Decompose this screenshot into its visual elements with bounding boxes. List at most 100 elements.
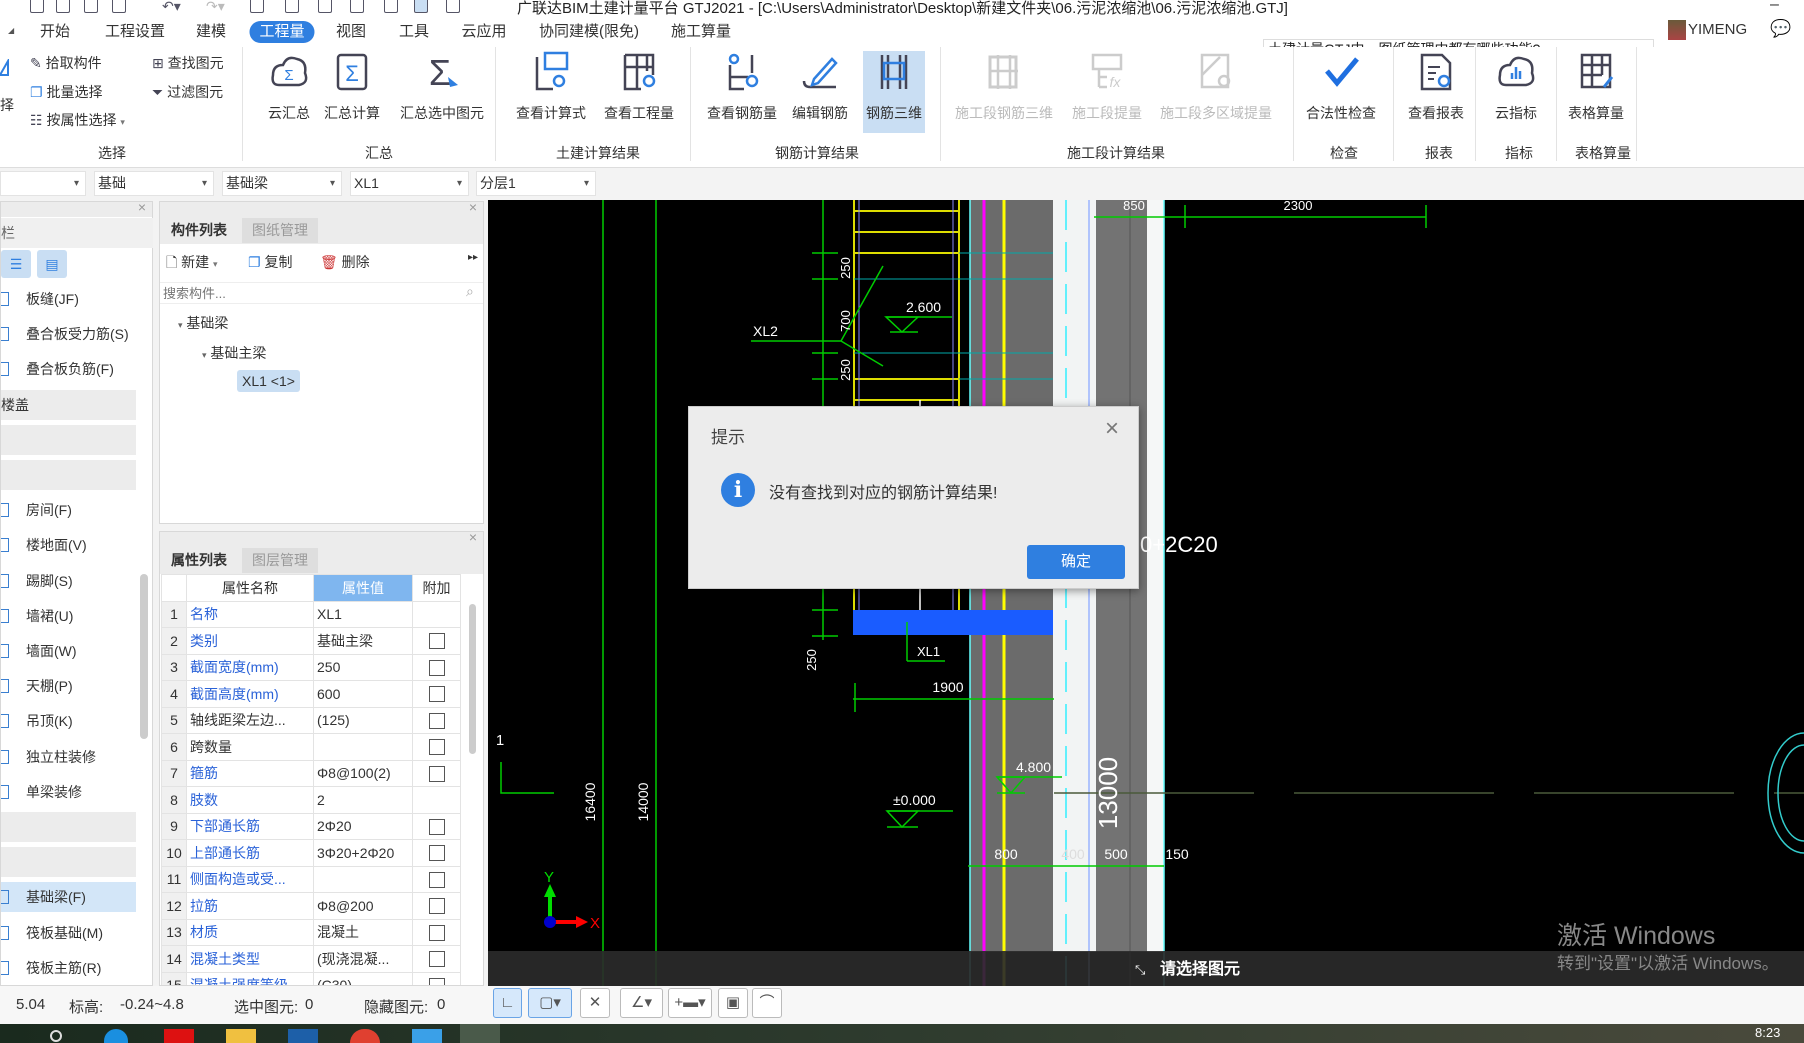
property-value[interactable] [313,733,413,761]
ribbon-button[interactable]: 钢筋三维 [863,51,925,133]
property-value[interactable]: Φ8@200 [313,892,413,920]
ribbon-button[interactable]: 表格算量 [1565,51,1627,123]
folder-icon[interactable] [226,1029,256,1043]
component-search-input[interactable] [160,282,483,304]
ortho-toggle-icon[interactable]: ∟ [493,988,522,1018]
nav-group-header[interactable] [1,812,136,842]
select-by-property-button[interactable]: ☷ 按属性选择 ▾ [30,110,125,130]
expand-icon[interactable]: ▾ [178,320,183,330]
menu-tab[interactable]: 视图 [326,21,376,43]
attach-checkbox[interactable] [428,765,445,782]
user-name[interactable]: YIMENG [1688,21,1747,38]
nav-item[interactable]: 叠合板负筋(F) [1,354,136,384]
property-scrollbar[interactable] [469,604,476,754]
filter-dropdown[interactable]: 基础梁 [222,171,342,196]
ribbon-button[interactable]: 查看工程量 [601,51,677,123]
property-row[interactable]: 6 跨数量 [161,733,461,761]
property-value[interactable]: Φ8@100(2) [313,759,413,787]
attach-checkbox[interactable] [428,951,445,968]
batch-select-button[interactable]: ❐ 批量选择 [30,82,102,102]
rebar-icon[interactable] [350,0,364,13]
snap-toggle-icon[interactable]: ▢▾ [528,988,572,1018]
new-file-icon[interactable] [56,0,70,13]
property-value[interactable]: XL1 [313,600,413,628]
filter-dropdown[interactable]: 基础 [94,171,214,196]
expand-icon[interactable]: ▾ [202,350,207,360]
attach-checkbox[interactable] [428,898,445,915]
ribbon-button[interactable]: fx 施工段提量 [1069,51,1145,123]
menu-tab[interactable]: 工程设置 [95,21,175,43]
property-value[interactable] [313,865,413,893]
select-partial-label[interactable]: 择 [0,95,14,115]
property-row[interactable]: 4 截面高度(mm) 600 [161,680,461,708]
nav-item[interactable]: 踢脚(S) [1,566,136,596]
property-value[interactable]: 2Φ20 [313,812,413,840]
ribbon-button[interactable]: 编辑钢筋 [789,51,851,123]
menu-tab[interactable]: 工程量 [249,21,315,43]
menu-tab[interactable]: 协同建模(限免) [529,21,649,43]
menu-tab[interactable]: 施工算量 [661,21,741,43]
ribbon-button[interactable]: Σ 汇总计算 [321,51,383,123]
attach-checkbox[interactable] [428,977,445,985]
wechat-icon[interactable] [460,1024,500,1043]
tab-property-list[interactable]: 属性列表 [161,548,237,573]
cross-snap-icon[interactable]: ✕ [580,988,610,1018]
offset-icon[interactable]: +▬▾ [668,988,712,1018]
property-value[interactable]: (C30) [313,971,413,985]
edit-icon[interactable] [384,0,398,13]
tab-layer-management[interactable]: 图层管理 [242,548,318,573]
nav-item[interactable]: 楼地面(V) [1,530,136,560]
property-row[interactable]: 13 材质 混凝土 [161,918,461,946]
ribbon-button[interactable]: 合法性检查 [1303,51,1379,123]
property-row[interactable]: 3 截面宽度(mm) 250 [161,653,461,681]
nav-item[interactable]: 单梁装修 [1,777,136,807]
search-icon[interactable]: ⌕ [466,283,474,300]
chat-icon[interactable]: 💬 [1770,19,1791,39]
nav-item[interactable]: 天棚(P) [1,671,136,701]
attach-checkbox[interactable] [428,924,445,941]
dialog-close-button[interactable]: × [1105,415,1119,443]
property-row[interactable]: 9 下部通长筋 2Φ20 [161,812,461,840]
ribbon-button[interactable]: 查看计算式 [513,51,589,123]
property-value[interactable]: (现浇混凝... [313,945,413,973]
tree-node-main-beam[interactable]: ▾ 基础主梁 [202,343,266,363]
angle-icon[interactable]: ∠▾ [620,988,663,1018]
new-component-button[interactable]: 🗋 新建 ▾ [166,252,218,276]
nav-group-header[interactable] [1,460,136,490]
menu-tab[interactable]: 云应用 [451,21,516,43]
menu-tab[interactable]: 建模 [186,21,236,43]
undo-icon[interactable]: ↶▾ [162,0,181,15]
tree-node-foundation-beam[interactable]: ▾ 基础梁 [178,313,228,333]
nav-item[interactable]: 房间(F) [1,495,136,525]
property-row[interactable]: 10 上部通长筋 3Φ20+2Φ20 [161,839,461,867]
attach-checkbox[interactable] [428,845,445,862]
attach-checkbox[interactable] [428,686,445,703]
nav-item[interactable]: 基础梁(F) [1,882,136,913]
nav-group-header[interactable] [1,424,136,455]
browser-icon[interactable] [350,1029,380,1043]
property-value[interactable]: 混凝土 [313,918,413,946]
property-row[interactable]: 2 类别 基础主梁 [161,627,461,655]
copy-component-button[interactable]: ❐ 复制 [248,252,292,272]
detail-view-icon[interactable]: ▤ [37,250,67,278]
property-value[interactable]: 3Φ20+2Φ20 [313,839,413,867]
attach-checkbox[interactable] [428,712,445,729]
app-icon[interactable] [412,1029,442,1043]
app-icon[interactable] [288,1029,318,1043]
attach-checkbox[interactable] [428,659,445,676]
attach-checkbox[interactable] [428,818,445,835]
nav-item[interactable]: 墙裙(U) [1,601,136,631]
close-icon[interactable]: × [138,199,146,215]
property-value[interactable]: (125) [313,706,413,734]
pick-component-button[interactable]: ✎ 拾取构件 [30,53,102,73]
app-icon[interactable] [164,1029,194,1043]
nav-item[interactable]: 吊顶(K) [1,706,136,736]
tab-drawing-management[interactable]: 图纸管理 [242,218,318,243]
nav-item[interactable]: 墙面(W) [1,636,136,666]
ok-button[interactable]: 确定 [1027,545,1125,579]
ribbon-button[interactable]: Σ 云汇总 [265,51,313,123]
upload-icon[interactable] [30,0,44,13]
property-row[interactable]: 11 侧面构造或受... [161,865,461,893]
property-row[interactable]: 12 拉筋 Φ8@200 [161,892,461,920]
filter-dropdown[interactable] [0,171,86,196]
